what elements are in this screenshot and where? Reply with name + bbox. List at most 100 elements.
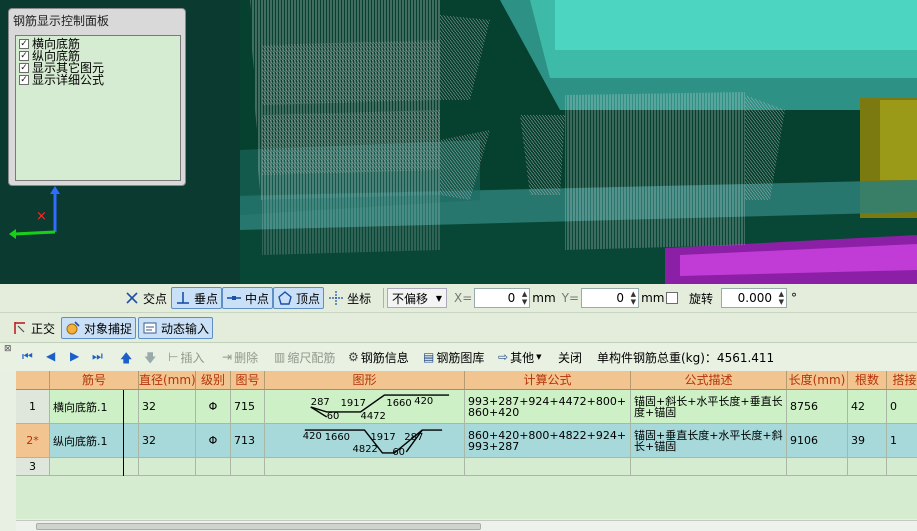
intersection-label: 交点 [143,291,168,306]
other-menu-button[interactable]: ⇨ 其他 ▼ [498,348,541,366]
col-header-formula[interactable]: 计算公式 [465,371,631,390]
col-header-diameter[interactable]: 直径(mm) [139,371,196,390]
cell-length[interactable]: 9106 [787,424,848,458]
checkbox-checked-icon[interactable]: ✓ [19,51,29,61]
cell-name[interactable]: 纵向底筋.1 [50,424,139,458]
cell-grade[interactable]: Φ [196,424,231,458]
y-label: Y= [561,291,580,305]
checkbox-show-formula[interactable]: ✓ 显示详细公式 [19,74,177,86]
cell-desc[interactable]: 锚固+垂直长度+水平长度+斜长+锚固 [631,424,787,458]
delete-icon: ⇥ [222,350,233,364]
offset-select-value: 不偏移 [392,291,429,306]
cell-shape[interactable] [265,458,465,476]
col-header-name[interactable]: 筋号 [50,371,139,390]
col-header-count[interactable]: 根数 [848,371,887,390]
cell-grade[interactable]: Φ [196,390,231,424]
cell-diameter[interactable]: 32 [139,424,196,458]
y-input-value: 0 [616,291,625,305]
table-corner [16,371,50,390]
row-number[interactable]: 1 [16,390,50,424]
col-header-lap[interactable]: 搭接 [887,371,917,390]
cell-desc[interactable] [631,458,787,476]
dynamic-input-button[interactable]: 动态输入 [138,317,214,339]
spinner-arrows-icon[interactable]: ▲ ▼ [522,290,527,306]
insert-button[interactable]: ⊢ 插入 [168,348,204,366]
horizontal-scrollbar[interactable] [16,520,917,531]
3d-viewport[interactable]: × 钢筋显示控制面板 ✓ 横向底筋 ✓ 纵向底筋 ✓ 显示其它图元 ✓ 显示详细… [0,0,917,284]
column-freeze-line [123,390,124,476]
checkbox-checked-icon[interactable]: ✓ [19,63,29,73]
midpoint-button[interactable]: 中点 [222,287,274,309]
cell-figure[interactable]: 713 [231,424,265,458]
cell-shape[interactable]: 420 1660 1917 287 4822 60 [265,424,465,458]
perpendicular-button[interactable]: 垂点 [171,287,223,309]
cell-lap[interactable] [887,458,917,476]
chevron-down-icon: ▼ [536,353,542,361]
col-header-shape[interactable]: 图形 [265,371,465,390]
cell-diameter[interactable]: 32 [139,390,196,424]
cell-lap[interactable]: 0 [887,390,917,424]
row-number[interactable]: 2* [16,424,50,458]
shape-label: 1917 [341,398,366,409]
checkbox-checked-icon[interactable]: ✓ [19,75,29,85]
move-up-icon[interactable]: 🡅 [120,349,132,370]
cell-formula[interactable]: 860+420+800+4822+924+993+287 [465,424,631,458]
first-record-icon[interactable]: ⏮ [22,349,33,364]
rotate-input[interactable]: 0.000 ▲ ▼ [721,288,788,308]
scale-label: 缩尺配筋 [287,350,336,365]
object-snap-button[interactable]: 对象捕捉 [61,317,137,339]
snap-toolbar: 交点 垂点 中点 顶点 坐标 不偏移 ▼ X= 0 ▲ ▼ mm Y= 0 ▲ … [0,284,917,312]
cell-lap[interactable]: 1 [887,424,917,458]
perpendicular-icon [177,292,190,304]
shape-label: 60 [392,446,405,457]
cell-shape[interactable]: 287 1917 1660 420 60 4472 [265,390,465,424]
delete-button[interactable]: ⇥ 删除 [222,348,258,366]
cell-formula[interactable]: 993+287+924+4472+800+860+420 [465,390,631,424]
cell-diameter[interactable] [139,458,196,476]
y-input[interactable]: 0 ▲ ▼ [581,288,640,308]
spinner-arrows-icon[interactable]: ▲ ▼ [631,290,636,306]
cell-desc[interactable]: 锚固+斜长+水平长度+垂直长度+锚固 [631,390,787,424]
row-number[interactable]: 3 [16,458,50,476]
last-record-icon[interactable]: ⏭ [92,349,103,364]
cell-figure[interactable]: 715 [231,390,265,424]
col-header-length[interactable]: 长度(mm) [787,371,848,390]
col-header-grade[interactable]: 级别 [196,371,231,390]
x-input[interactable]: 0 ▲ ▼ [474,288,531,308]
scale-rebar-button[interactable]: ▥ 缩尺配筋 [274,348,335,366]
checkbox-checked-icon[interactable]: ✓ [19,39,29,49]
shape-label: 60 [327,410,340,421]
rebar-library-button[interactable]: ▤ 钢筋图库 [423,348,484,366]
vertex-button[interactable]: 顶点 [273,287,325,309]
cell-name[interactable]: 横向底筋.1 [50,390,139,424]
cell-length[interactable] [787,458,848,476]
prev-record-icon[interactable]: ◀ [46,349,55,363]
library-icon: ▤ [423,350,435,364]
cell-grade[interactable] [196,458,231,476]
cell-count[interactable]: 39 [848,424,887,458]
mode-toolbar: 正交 对象捕捉 动态输入 [0,312,917,342]
next-record-icon[interactable]: ▶ [70,349,79,363]
rebar-info-button[interactable]: ⚙ 钢筋信息 [348,348,409,366]
coordinate-button[interactable]: 坐标 [324,287,375,309]
cell-name[interactable] [50,458,139,476]
offset-select[interactable]: 不偏移 ▼ [387,288,447,308]
cell-formula[interactable] [465,458,631,476]
perpendicular-label: 垂点 [194,291,219,306]
rotate-checkbox[interactable] [666,292,678,304]
intersection-button[interactable]: 交点 [120,287,171,309]
ortho-button[interactable]: 正交 [8,317,59,339]
col-header-figure[interactable]: 图号 [231,371,265,390]
cell-length[interactable]: 8756 [787,390,848,424]
move-down-icon[interactable]: 🡇 [144,349,156,370]
cell-count[interactable]: 42 [848,390,887,424]
rebar-toolbar: ⊠ ⏮ ◀ ▶ ⏭ 🡅 🡇 ⊢ 插入 ⇥ 删除 ▥ 缩尺配筋 ⚙ 钢筋信息 ▤ … [0,342,917,370]
scrollbar-thumb[interactable] [36,523,481,530]
col-header-desc[interactable]: 公式描述 [631,371,787,390]
toolbar-divider [383,288,384,308]
close-button[interactable]: 关闭 [558,348,582,366]
spinner-arrows-icon[interactable]: ▲ ▼ [779,290,784,306]
collapse-icon[interactable]: ⊠ [4,344,12,354]
cell-figure[interactable] [231,458,265,476]
cell-count[interactable] [848,458,887,476]
